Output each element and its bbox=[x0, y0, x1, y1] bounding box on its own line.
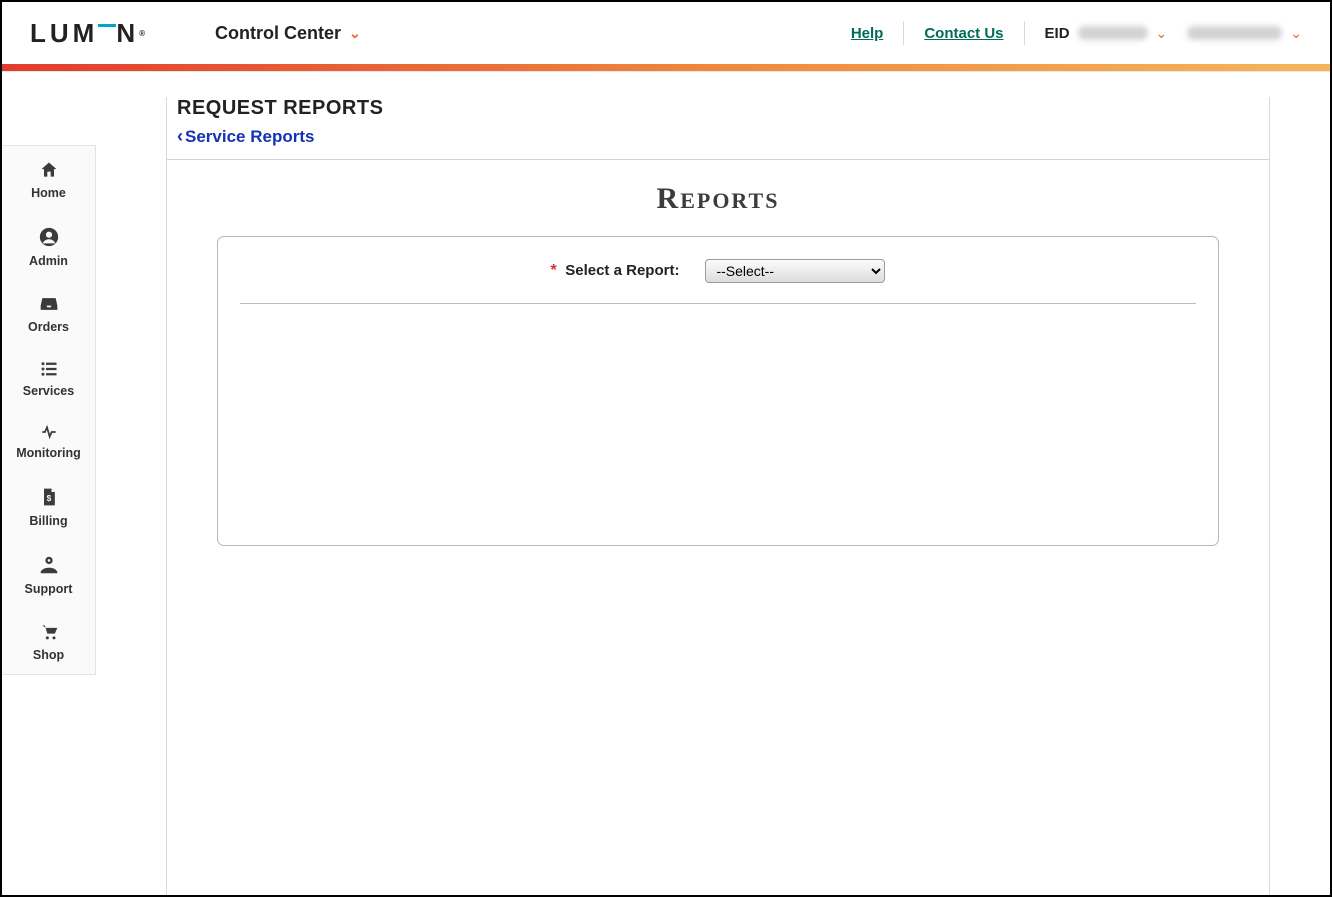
sidebar-item-label: Home bbox=[31, 186, 66, 200]
breadcrumb-label: Service Reports bbox=[185, 127, 314, 147]
main-content: REQUEST REPORTS ‹ Service Reports REPORT… bbox=[96, 72, 1330, 895]
sidebar-item-monitoring[interactable]: Monitoring bbox=[2, 410, 95, 472]
divider bbox=[167, 159, 1269, 160]
divider bbox=[903, 21, 904, 45]
divider bbox=[1024, 21, 1025, 45]
breadcrumb-service-reports[interactable]: ‹ Service Reports bbox=[177, 126, 1259, 147]
support-hand-gear-icon bbox=[38, 554, 60, 576]
chevron-down-icon: ⌄ bbox=[349, 25, 361, 42]
sidebar-item-home[interactable]: Home bbox=[2, 146, 95, 212]
user-circle-icon bbox=[38, 226, 60, 248]
cart-icon bbox=[38, 622, 60, 642]
page-frame: REQUEST REPORTS ‹ Service Reports REPORT… bbox=[166, 97, 1270, 895]
list-icon bbox=[38, 360, 60, 378]
eid-account-dropdown[interactable]: EID ⌄ bbox=[1045, 25, 1168, 42]
eid-value-redacted bbox=[1078, 26, 1148, 40]
help-link[interactable]: Help bbox=[851, 25, 884, 42]
sidebar-nav: Home Admin Orders Services Monitoring bbox=[2, 145, 96, 675]
top-bar: LUMN® Control Center ⌄ Help Contact Us E… bbox=[2, 2, 1330, 64]
sidebar-item-label: Shop bbox=[33, 648, 64, 662]
section-heading-reports: REPORTS bbox=[177, 182, 1259, 216]
app-switcher-label: Control Center bbox=[215, 23, 341, 44]
sidebar-item-label: Orders bbox=[28, 320, 69, 334]
sidebar-item-support[interactable]: Support bbox=[2, 540, 95, 608]
top-right-nav: Help Contact Us EID ⌄ ⌄ bbox=[851, 21, 1302, 45]
svg-text:$: $ bbox=[46, 493, 51, 503]
invoice-icon: $ bbox=[39, 486, 59, 508]
username-redacted bbox=[1187, 26, 1282, 40]
page-title: REQUEST REPORTS bbox=[177, 97, 1259, 120]
sidebar-item-label: Monitoring bbox=[16, 446, 81, 460]
user-account-dropdown[interactable]: ⌄ bbox=[1187, 25, 1302, 42]
activity-icon bbox=[37, 424, 61, 440]
sidebar-item-admin[interactable]: Admin bbox=[2, 212, 95, 280]
logo-accent bbox=[98, 24, 116, 27]
inbox-icon bbox=[38, 294, 60, 314]
sidebar-item-label: Billing bbox=[29, 514, 67, 528]
eid-label: EID bbox=[1045, 25, 1070, 42]
divider bbox=[240, 303, 1196, 304]
chevron-down-icon: ⌄ bbox=[1290, 25, 1302, 42]
accent-gradient-bar bbox=[2, 64, 1330, 71]
sidebar-item-shop[interactable]: Shop bbox=[2, 608, 95, 674]
select-report-row: * Select a Report: --Select-- bbox=[236, 259, 1200, 283]
brand-logo: LUMN® bbox=[30, 18, 145, 49]
required-marker: * bbox=[551, 262, 557, 279]
select-report-label: * Select a Report: bbox=[551, 262, 680, 280]
chevron-left-icon: ‹ bbox=[177, 126, 183, 147]
home-icon bbox=[38, 160, 60, 180]
report-selection-panel: * Select a Report: --Select-- bbox=[217, 236, 1219, 546]
contact-us-link[interactable]: Contact Us bbox=[924, 25, 1003, 42]
sidebar-item-label: Admin bbox=[29, 254, 68, 268]
sidebar-item-label: Services bbox=[23, 384, 74, 398]
app-switcher[interactable]: Control Center ⌄ bbox=[215, 23, 361, 44]
sidebar-item-services[interactable]: Services bbox=[2, 346, 95, 410]
sidebar-item-label: Support bbox=[25, 582, 73, 596]
select-report-dropdown[interactable]: --Select-- bbox=[705, 259, 885, 283]
sidebar-item-billing[interactable]: $ Billing bbox=[2, 472, 95, 540]
sidebar-item-orders[interactable]: Orders bbox=[2, 280, 95, 346]
chevron-down-icon: ⌄ bbox=[1156, 25, 1168, 42]
